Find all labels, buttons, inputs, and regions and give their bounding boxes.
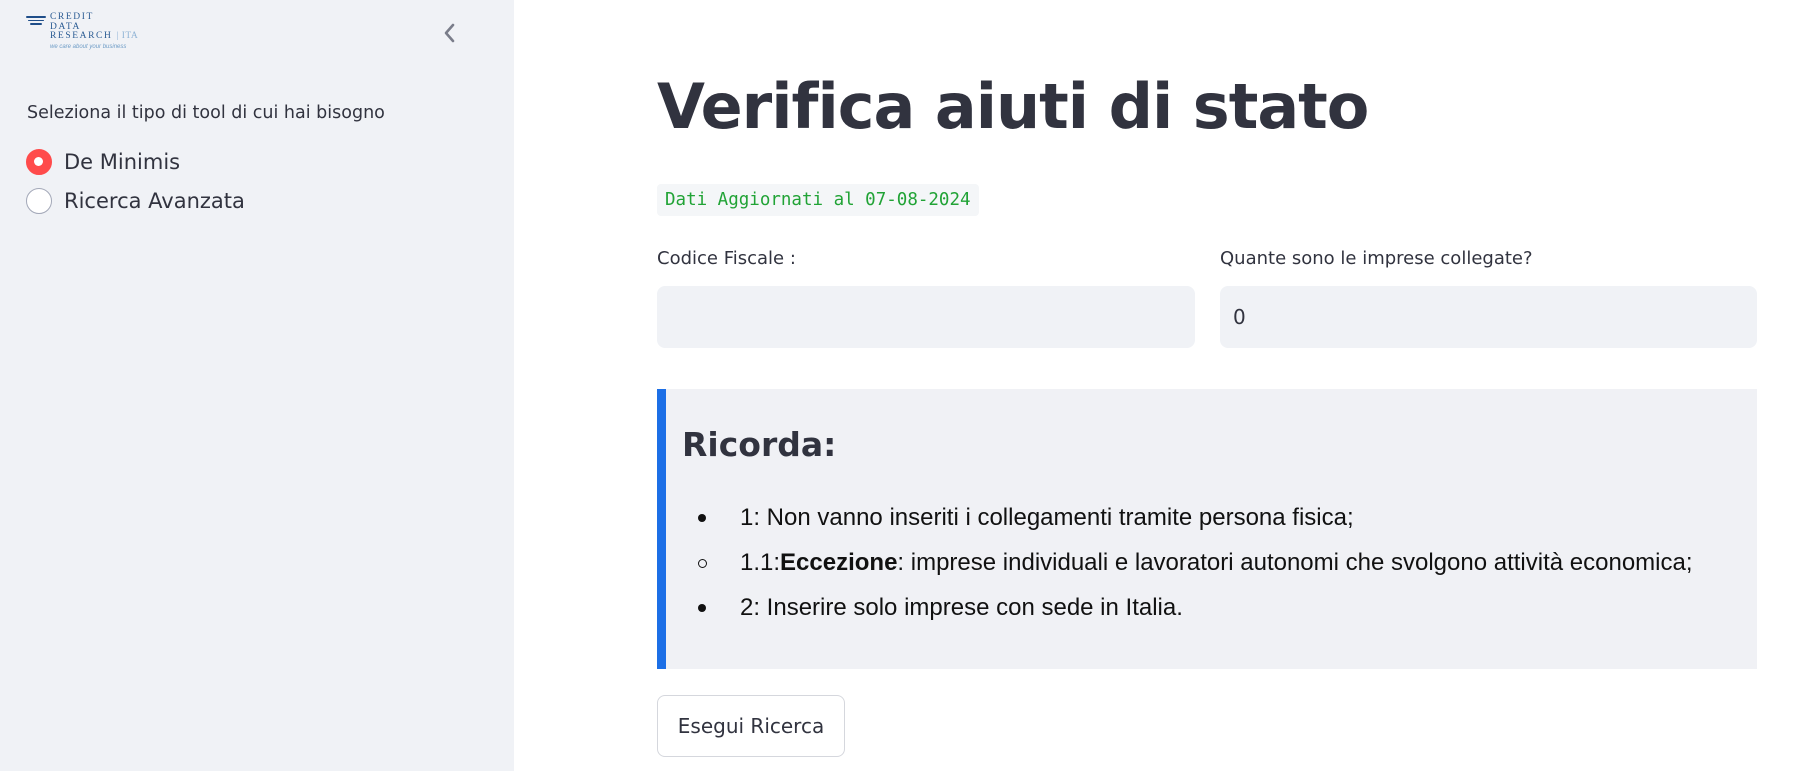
logo-text: CREDIT DATA RESEARCH | ITA: [50, 12, 139, 41]
esegui-ricerca-button[interactable]: Esegui Ricerca: [657, 695, 845, 757]
bullet-circle-icon: [698, 558, 707, 568]
radio-option-ricerca-avanzata[interactable]: Ricerca Avanzata: [26, 186, 245, 216]
collapse-sidebar-button[interactable]: [436, 18, 462, 48]
codice-fiscale-label: Codice Fiscale :: [657, 248, 796, 269]
list-item: 1.1: Eccezione: imprese individuali e la…: [686, 545, 1693, 581]
imprese-collegate-input[interactable]: [1220, 286, 1757, 348]
list-item: 2: Inserire solo imprese con sede in Ita…: [686, 590, 1183, 626]
list-item: 1: Non vanno inseriti i collegamenti tra…: [686, 500, 1354, 536]
logo-tagline: we care about your business: [50, 44, 127, 50]
page-title: Verifica aiuti di stato: [657, 70, 1369, 143]
tool-type-label: Seleziona il tipo di tool di cui hai bis…: [27, 103, 385, 123]
info-callout: Ricorda: 1: Non vanno inseriti i collega…: [657, 389, 1757, 669]
credit-data-research-logo: CREDIT DATA RESEARCH | ITA we care about…: [26, 12, 146, 53]
codice-fiscale-input[interactable]: [657, 286, 1195, 348]
radio-unchecked-icon[interactable]: [26, 188, 52, 214]
imprese-collegate-label: Quante sono le imprese collegate?: [1220, 248, 1533, 269]
radio-label: De Minimis: [64, 150, 181, 174]
radio-label: Ricerca Avanzata: [64, 189, 245, 213]
bullet-disc-icon: [698, 514, 706, 522]
sidebar: CREDIT DATA RESEARCH | ITA we care about…: [0, 0, 514, 771]
radio-option-de-minimis[interactable]: De Minimis: [26, 147, 180, 177]
bullet-disc-icon: [698, 604, 706, 612]
logo-mark-icon: [26, 16, 46, 27]
info-title: Ricorda:: [682, 425, 837, 464]
radio-checked-icon[interactable]: [26, 149, 52, 175]
update-date-badge: Dati Aggiornati al 07-08-2024: [657, 184, 979, 216]
chevron-left-icon: [444, 23, 455, 43]
